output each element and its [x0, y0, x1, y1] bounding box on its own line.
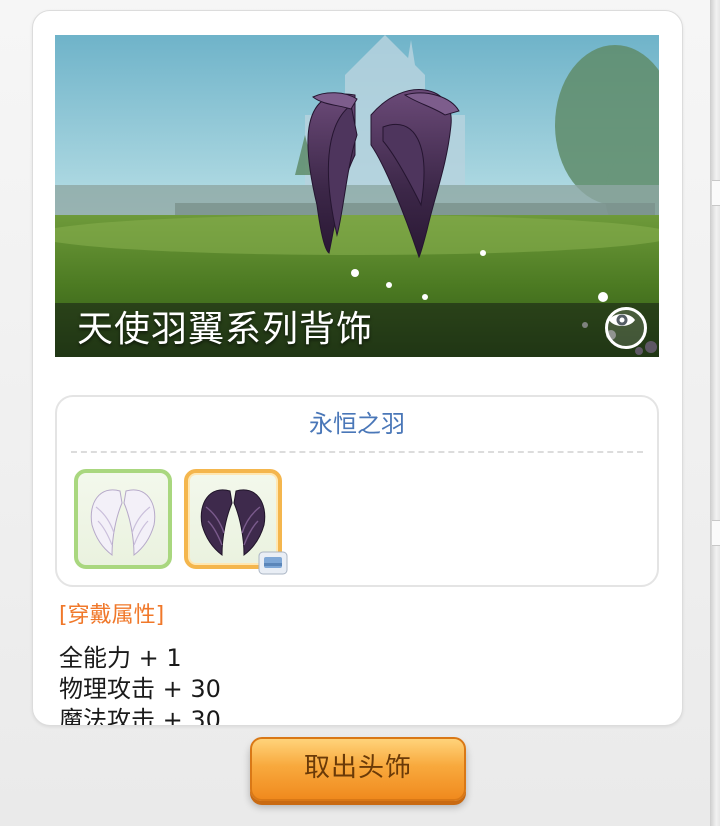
- attribute-line: 魔法攻击 + 30: [59, 706, 221, 726]
- rail-notch: [712, 520, 720, 546]
- equipped-badge: [254, 545, 288, 575]
- white-wings-icon: [90, 489, 156, 557]
- attributes-list[interactable]: 全能力 + 1 物理攻击 + 30 魔法攻击 + 30: [59, 643, 619, 726]
- attribute-line: 全能力 + 1: [59, 644, 182, 672]
- preview-caption-bar: 天使羽翼系列背饰: [55, 303, 659, 357]
- side-scroll-rail[interactable]: [710, 0, 720, 826]
- item-series-title: 天使羽翼系列背饰: [77, 309, 374, 350]
- item-slot-dark-wings[interactable]: [184, 469, 288, 575]
- item-slot-white-wings[interactable]: [74, 469, 172, 569]
- series-box: 永恒之羽: [55, 395, 659, 587]
- rail-notch: [712, 180, 720, 206]
- wardrobe-screen: 天使羽翼系列背饰 永恒之羽 [穿戴属性] 全能力 + 1 物理攻击 + 30 魔…: [0, 0, 720, 826]
- series-divider: [71, 451, 643, 453]
- attribute-line: 物理攻击 + 30: [59, 675, 221, 703]
- eye-icon: [609, 314, 635, 326]
- item-detail-panel: 天使羽翼系列背饰 永恒之羽 [穿戴属性] 全能力 + 1 物理攻击 + 30 魔…: [32, 10, 683, 726]
- series-name: 永恒之羽: [309, 410, 405, 438]
- toggle-preview-button[interactable]: [605, 307, 647, 349]
- item-preview: 天使羽翼系列背饰: [55, 35, 659, 357]
- attributes-header: [穿戴属性]: [59, 603, 165, 628]
- storage-box-icon: [258, 551, 288, 575]
- take-out-headwear-button[interactable]: 取出头饰: [250, 737, 466, 801]
